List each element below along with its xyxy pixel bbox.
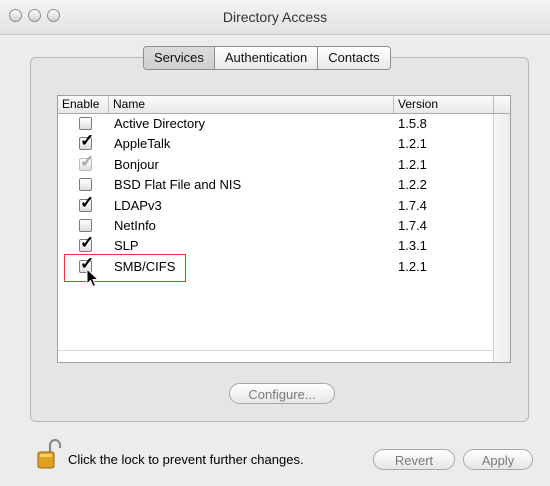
service-name: LDAPv3 (114, 197, 162, 213)
vertical-scrollbar[interactable] (493, 114, 510, 362)
window-title: Directory Access (222, 9, 328, 25)
table-row[interactable]: Active Directory 1.5.8 (58, 114, 494, 134)
table-row[interactable]: AppleTalk 1.2.1 (58, 131, 494, 154)
table-row[interactable]: LDAPv3 1.7.4 (58, 193, 494, 216)
enable-checkbox[interactable] (79, 131, 94, 151)
enable-checkbox[interactable] (79, 152, 94, 172)
table-rows: Active Directory 1.5.8 AppleTalk 1.2.1 B… (58, 114, 494, 277)
service-name: BSD Flat File and NIS (114, 177, 242, 193)
enable-checkbox[interactable] (79, 218, 92, 232)
column-header-version[interactable]: Version (394, 96, 494, 113)
enable-checkbox[interactable] (79, 117, 92, 130)
tab-contacts[interactable]: Contacts (318, 47, 390, 69)
service-name: AppleTalk (114, 136, 171, 152)
lock-icon[interactable] (37, 439, 61, 471)
title-bar[interactable]: Directory Access (0, 0, 550, 35)
service-name: Bonjour (114, 156, 159, 172)
service-version: 1.2.2 (398, 177, 427, 193)
service-version: 1.3.1 (398, 238, 427, 254)
service-name: SLP (114, 238, 139, 254)
lock-status-text: Click the lock to prevent further change… (68, 452, 304, 467)
service-version: 1.5.8 (398, 116, 427, 131)
column-header-enable[interactable]: Enable (58, 96, 109, 113)
table-bottom-divider (58, 350, 494, 351)
enable-checkbox[interactable] (79, 193, 94, 213)
service-version: 1.7.4 (398, 217, 427, 233)
table-row[interactable]: BSD Flat File and NIS 1.2.2 (58, 175, 494, 195)
tab-bar: Services Authentication Contacts (143, 46, 391, 70)
services-table: Enable Name Version Active Directory 1.5… (57, 95, 511, 363)
enable-checkbox[interactable] (79, 233, 94, 253)
service-version: 1.2.1 (398, 136, 427, 152)
mouse-pointer-icon (86, 268, 100, 288)
column-header-name[interactable]: Name (109, 96, 394, 113)
tab-services[interactable]: Services (144, 47, 215, 69)
service-name: Active Directory (114, 116, 206, 131)
enable-checkbox[interactable] (79, 178, 92, 192)
configure-button[interactable]: Configure... (229, 383, 335, 404)
table-row[interactable]: Bonjour 1.2.1 (58, 152, 494, 175)
revert-button[interactable]: Revert (373, 449, 455, 470)
table-header: Enable Name Version (58, 96, 510, 114)
service-version: 1.7.4 (398, 197, 427, 213)
directory-access-window: Directory Access Services Authentication… (0, 0, 550, 486)
smb-cifs-highlight-box (64, 254, 186, 282)
service-name: NetInfo (114, 217, 156, 233)
table-row[interactable]: NetInfo 1.7.4 (58, 216, 494, 236)
service-version: 1.2.1 (398, 156, 427, 172)
service-version: 1.2.1 (398, 258, 427, 274)
apply-button[interactable]: Apply (463, 449, 533, 470)
tab-authentication[interactable]: Authentication (214, 47, 319, 69)
